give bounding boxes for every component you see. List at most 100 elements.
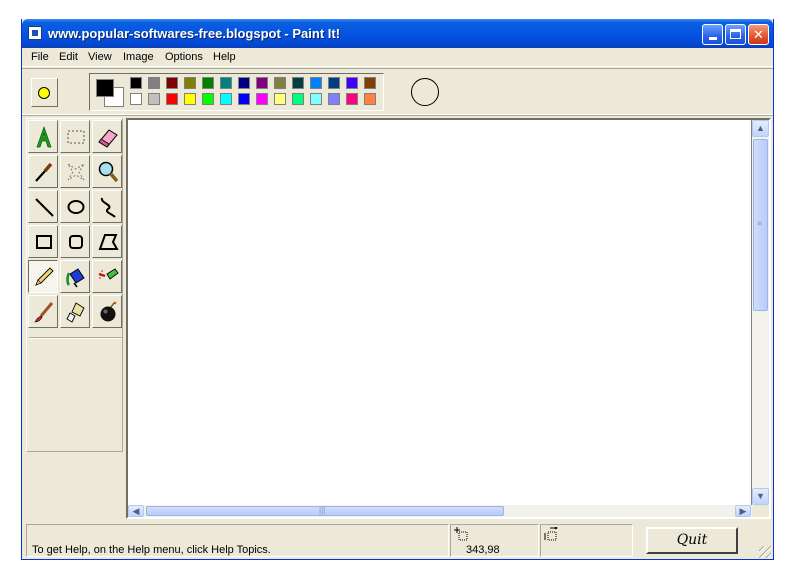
title-bar[interactable]: www.popular-softwares-free.blogspot - Pa…: [22, 19, 773, 48]
brush-shape-preview[interactable]: [411, 78, 439, 106]
eraser-tool[interactable]: [92, 120, 122, 153]
rect-select-tool[interactable]: [60, 120, 90, 153]
fill-bucket-icon: [66, 268, 85, 288]
scroll-corner: [752, 505, 769, 517]
rectangle-tool[interactable]: [28, 225, 58, 258]
canvas-area: ▲ ≡ ▼ ◀ ||| ▶: [126, 118, 771, 519]
drawing-canvas[interactable]: [128, 120, 751, 505]
palette-color-swatch[interactable]: [220, 93, 232, 105]
status-size-field: [540, 524, 633, 557]
close-button[interactable]: ✕: [748, 24, 769, 45]
cursor-coordinates: 343,98: [466, 544, 500, 556]
airbrush-tool[interactable]: [92, 260, 122, 293]
palette-color-swatch[interactable]: [202, 77, 214, 89]
text-tool-icon: [36, 125, 52, 148]
palette-color-swatch[interactable]: [220, 77, 232, 89]
color-toolbar: [22, 68, 773, 115]
palette-color-swatch[interactable]: [364, 93, 376, 105]
chevron-left-icon: ◀: [132, 506, 140, 516]
free-select-tool[interactable]: [60, 155, 90, 188]
menu-help[interactable]: Help: [213, 51, 236, 63]
palette-color-swatch[interactable]: [274, 77, 286, 89]
menu-options[interactable]: Options: [165, 51, 203, 63]
stamp-tool[interactable]: [60, 295, 90, 328]
menu-bar: File Edit View Image Options Help: [22, 48, 773, 67]
eraser-icon: [98, 129, 118, 148]
close-icon: ✕: [753, 27, 764, 42]
polygon-tool[interactable]: [92, 225, 122, 258]
palette-color-swatch[interactable]: [184, 93, 196, 105]
grip-icon: |||: [319, 506, 326, 515]
scroll-down-button[interactable]: ▼: [752, 488, 769, 505]
palette-color-swatch[interactable]: [256, 93, 268, 105]
palette-color-swatch[interactable]: [328, 77, 340, 89]
ellipse-tool[interactable]: [60, 190, 90, 223]
scroll-right-button[interactable]: ▶: [735, 505, 751, 517]
menu-image[interactable]: Image: [123, 51, 154, 63]
rect-select-icon: [67, 130, 85, 144]
palette-color-swatch[interactable]: [130, 77, 142, 89]
eyedropper-tool[interactable]: [28, 155, 58, 188]
palette-color-swatch[interactable]: [328, 93, 340, 105]
cursor-position-icon: [454, 527, 468, 541]
magnifier-tool[interactable]: [92, 155, 122, 188]
palette-color-swatch[interactable]: [130, 93, 142, 105]
palette-color-swatch[interactable]: [346, 93, 358, 105]
palette-color-swatch[interactable]: [166, 77, 178, 89]
pencil-tool[interactable]: [28, 260, 58, 293]
bomb-tool[interactable]: [92, 295, 122, 328]
palette-color-swatch[interactable]: [256, 77, 268, 89]
maximize-button[interactable]: [725, 24, 746, 45]
text-tool[interactable]: [28, 120, 58, 153]
palette-color-swatch[interactable]: [148, 93, 160, 105]
brush-tool[interactable]: [28, 295, 58, 328]
resize-grip[interactable]: [759, 546, 771, 558]
palette-color-swatch[interactable]: [148, 77, 160, 89]
vertical-scroll-thumb[interactable]: ≡: [753, 139, 768, 311]
palette-color-swatch[interactable]: [364, 77, 376, 89]
palette-color-swatch[interactable]: [238, 77, 250, 89]
palette-color-swatch[interactable]: [292, 77, 304, 89]
airbrush-icon: [98, 268, 119, 280]
vertical-scrollbar[interactable]: ▲ ≡ ▼: [752, 120, 769, 505]
palette-color-swatch[interactable]: [310, 93, 322, 105]
ellipse-icon: [67, 200, 85, 214]
horizontal-scrollbar[interactable]: ◀ ||| ▶: [128, 505, 752, 517]
scroll-up-button[interactable]: ▲: [752, 120, 769, 137]
horizontal-scroll-thumb[interactable]: |||: [146, 506, 504, 516]
bomb-icon: [100, 301, 117, 322]
chevron-right-icon: ▶: [739, 506, 747, 516]
rounded-rect-tool[interactable]: [60, 225, 90, 258]
curve-tool[interactable]: [92, 190, 122, 223]
fill-bucket-tool[interactable]: [60, 260, 90, 293]
palette-color-swatch[interactable]: [202, 93, 214, 105]
brush-color-dot: [38, 87, 50, 99]
window-title: www.popular-softwares-free.blogspot - Pa…: [48, 26, 341, 41]
rounded-rect-icon: [69, 235, 83, 249]
chevron-down-icon: ▼: [756, 491, 765, 501]
color-palette: [89, 73, 384, 111]
status-bar: To get Help, on the Help menu, click Hel…: [22, 522, 773, 560]
line-tool[interactable]: [28, 190, 58, 223]
quit-button[interactable]: Quit: [646, 527, 738, 554]
tools-panel: [26, 118, 123, 452]
minimize-button[interactable]: [702, 24, 723, 45]
palette-color-swatch[interactable]: [166, 93, 178, 105]
status-help-text: To get Help, on the Help menu, click Hel…: [32, 544, 271, 556]
palette-color-swatch[interactable]: [310, 77, 322, 89]
palette-color-swatch[interactable]: [292, 93, 304, 105]
palette-color-swatch[interactable]: [274, 93, 286, 105]
brush-color-preview[interactable]: [31, 78, 58, 107]
scroll-left-button[interactable]: ◀: [128, 505, 144, 517]
palette-color-swatch[interactable]: [184, 77, 196, 89]
foreground-color-swatch[interactable]: [96, 79, 114, 97]
menu-view[interactable]: View: [88, 51, 112, 63]
grip-icon: ≡: [757, 219, 762, 228]
palette-color-swatch[interactable]: [238, 93, 250, 105]
paint-window: www.popular-softwares-free.blogspot - Pa…: [21, 19, 774, 560]
palette-color-swatch[interactable]: [346, 77, 358, 89]
paint-app-icon[interactable]: [28, 26, 42, 40]
magnifier-icon: [98, 161, 119, 183]
menu-file[interactable]: File: [31, 51, 49, 63]
menu-edit[interactable]: Edit: [59, 51, 78, 63]
